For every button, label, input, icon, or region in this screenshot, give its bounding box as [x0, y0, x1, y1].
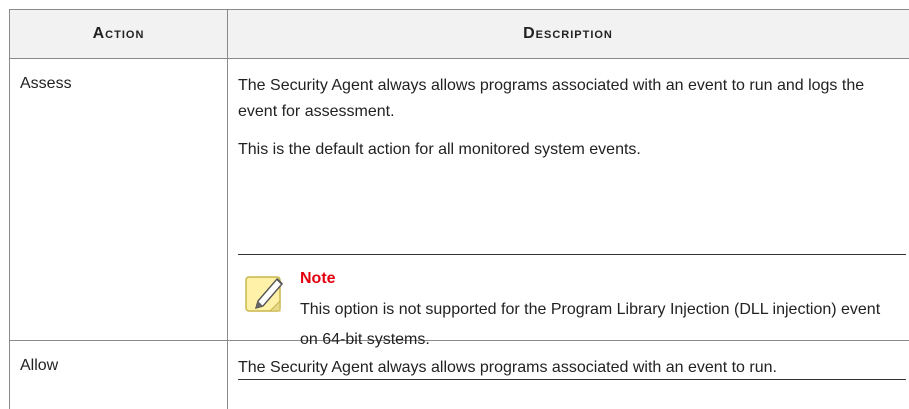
description-paragraph: The Security Agent always allows program…: [238, 77, 865, 120]
actions-table: Action Description Assess The Security A…: [9, 9, 909, 409]
table-row: Allow The Security Agent always allows p…: [9, 341, 909, 409]
table-header: Action Description: [9, 9, 909, 59]
row-description: The Security Agent always allows program…: [238, 73, 904, 163]
column-divider: [227, 59, 228, 340]
header-description: Description: [523, 25, 613, 42]
note-title: Note: [300, 270, 336, 287]
table-row: Assess The Security Agent always allows …: [9, 59, 909, 380]
description-paragraph: This is the default action for all monit…: [238, 141, 641, 158]
column-divider: [227, 341, 228, 409]
note-pencil-icon: [244, 271, 288, 315]
header-action: Action: [92, 25, 145, 42]
description-paragraph: The Security Agent always allows program…: [238, 359, 777, 376]
row-action-label: Allow: [20, 357, 59, 374]
row-action-label: Assess: [20, 75, 72, 92]
row-description: The Security Agent always allows program…: [238, 355, 904, 381]
